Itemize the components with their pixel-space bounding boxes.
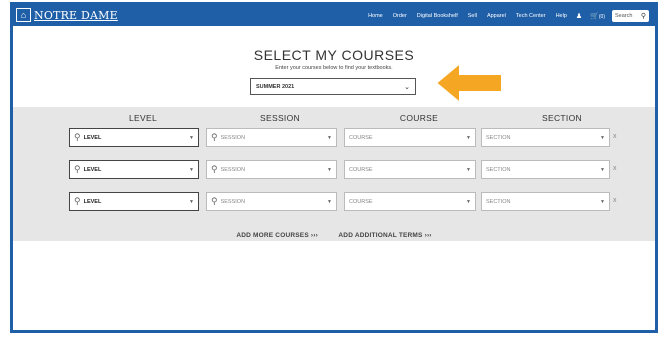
- search-placeholder: Search: [615, 12, 633, 19]
- session-select-label: SESSION: [220, 166, 246, 173]
- remove-row-button[interactable]: x: [613, 197, 617, 204]
- cart-icon[interactable]: 🛒(0): [590, 12, 605, 20]
- section-select[interactable]: SECTION ▼: [481, 128, 610, 147]
- section-select-label: SECTION: [486, 134, 511, 141]
- column-header-level: LEVEL: [129, 113, 157, 123]
- caret-down-icon: ▼: [327, 198, 332, 205]
- nav-apparel[interactable]: Apparel: [487, 13, 506, 19]
- caret-down-icon: ▼: [189, 198, 194, 205]
- term-value: SUMMER 2021: [256, 83, 295, 90]
- level-select[interactable]: ⚲ LEVEL ▼: [69, 128, 199, 147]
- column-header-section: SECTION: [542, 113, 582, 123]
- caret-down-icon: ▼: [327, 134, 332, 141]
- top-navigation-bar: ⌂ NOTRE DAME Home Order Digital Bookshel…: [13, 5, 655, 26]
- logo-text: NOTRE DAME: [34, 8, 118, 22]
- remove-row-button[interactable]: x: [613, 165, 617, 172]
- course-row: ⚲ LEVEL ▼ ⚲ SESSION ▼ COURSE ▼ SECTION ▼…: [13, 192, 655, 211]
- course-row: ⚲ LEVEL ▼ ⚲ SESSION ▼ COURSE ▼ SECTION ▼…: [13, 128, 655, 147]
- course-select[interactable]: COURSE ▼: [344, 128, 476, 147]
- search-icon: ⚲: [74, 196, 81, 206]
- nav-digital-bookshelf[interactable]: Digital Bookshelf: [417, 13, 458, 19]
- search-icon: ⚲: [74, 132, 81, 142]
- nav-order[interactable]: Order: [393, 13, 407, 19]
- add-actions: ADD MORE COURSES ››› ADD ADDITIONAL TERM…: [13, 224, 655, 242]
- page-subtitle: Enter your courses below to find your te…: [275, 65, 393, 71]
- browser-frame: ⌂ NOTRE DAME Home Order Digital Bookshel…: [10, 2, 658, 333]
- orange-arrow-icon: [434, 60, 503, 106]
- chevron-down-icon: ⌄: [404, 83, 410, 91]
- main-nav: Home Order Digital Bookshelf Sell Appare…: [363, 8, 649, 23]
- course-row: ⚲ LEVEL ▼ ⚲ SESSION ▼ COURSE ▼ SECTION ▼…: [13, 160, 655, 179]
- caret-down-icon: ▼: [600, 166, 605, 173]
- search-icon: ⚲: [211, 196, 218, 206]
- column-header-session: SESSION: [260, 113, 300, 123]
- level-select-label: LEVEL: [83, 166, 102, 173]
- session-select[interactable]: ⚲ SESSION ▼: [206, 160, 337, 179]
- nav-tech-center[interactable]: Tech Center: [516, 13, 546, 19]
- caret-down-icon: ▼: [466, 134, 471, 141]
- dome-logo-icon: ⌂: [16, 8, 31, 22]
- caret-down-icon: ▼: [189, 166, 194, 173]
- column-header-course: COURSE: [399, 113, 439, 123]
- cart-count: (0): [598, 13, 605, 20]
- session-select-label: SESSION: [220, 134, 246, 141]
- nav-home[interactable]: Home: [368, 13, 383, 19]
- session-select[interactable]: ⚲ SESSION ▼: [206, 192, 337, 211]
- section-select[interactable]: SECTION ▼: [481, 160, 610, 179]
- search-icon: ⚲: [211, 132, 218, 142]
- remove-row-button[interactable]: x: [613, 133, 617, 140]
- site-logo[interactable]: ⌂ NOTRE DAME: [16, 7, 118, 23]
- section-select-label: SECTION: [486, 198, 511, 205]
- search-icon: ⚲: [211, 164, 218, 174]
- caret-down-icon: ▼: [466, 166, 471, 173]
- caret-down-icon: ▼: [466, 198, 471, 205]
- search-icon[interactable]: ⚲: [641, 12, 646, 20]
- course-select-label: COURSE: [349, 166, 373, 173]
- caret-down-icon: ▼: [189, 134, 194, 141]
- course-select[interactable]: COURSE ▼: [344, 192, 476, 211]
- term-select[interactable]: SUMMER 2021 ⌄: [250, 78, 416, 95]
- session-select-label: SESSION: [220, 198, 246, 205]
- section-select-label: SECTION: [486, 166, 511, 173]
- level-select[interactable]: ⚲ LEVEL ▼: [69, 160, 199, 179]
- course-select-label: COURSE: [349, 134, 373, 141]
- search-icon: ⚲: [74, 164, 81, 174]
- course-selection-panel: LEVEL SESSION COURSE SECTION ⚲ LEVEL ▼ ⚲…: [13, 107, 655, 241]
- nav-help[interactable]: Help: [556, 13, 567, 19]
- caret-down-icon: ▼: [600, 134, 605, 141]
- caret-down-icon: ▼: [600, 198, 605, 205]
- level-select[interactable]: ⚲ LEVEL ▼: [69, 192, 199, 211]
- level-select-label: LEVEL: [83, 198, 102, 205]
- add-additional-terms-link[interactable]: ADD ADDITIONAL TERMS ›››: [338, 232, 431, 239]
- section-select[interactable]: SECTION ▼: [481, 192, 610, 211]
- session-select[interactable]: ⚲ SESSION ▼: [206, 128, 337, 147]
- page-title: SELECT MY COURSES: [253, 47, 415, 63]
- add-more-courses-link[interactable]: ADD MORE COURSES ›››: [236, 232, 318, 239]
- level-select-label: LEVEL: [83, 134, 102, 141]
- caret-down-icon: ▼: [327, 166, 332, 173]
- course-select-label: COURSE: [349, 198, 373, 205]
- nav-sell[interactable]: Sell: [468, 13, 477, 19]
- search-input[interactable]: Search ⚲: [612, 9, 649, 22]
- course-select[interactable]: COURSE ▼: [344, 160, 476, 179]
- user-icon[interactable]: ♟: [576, 12, 582, 20]
